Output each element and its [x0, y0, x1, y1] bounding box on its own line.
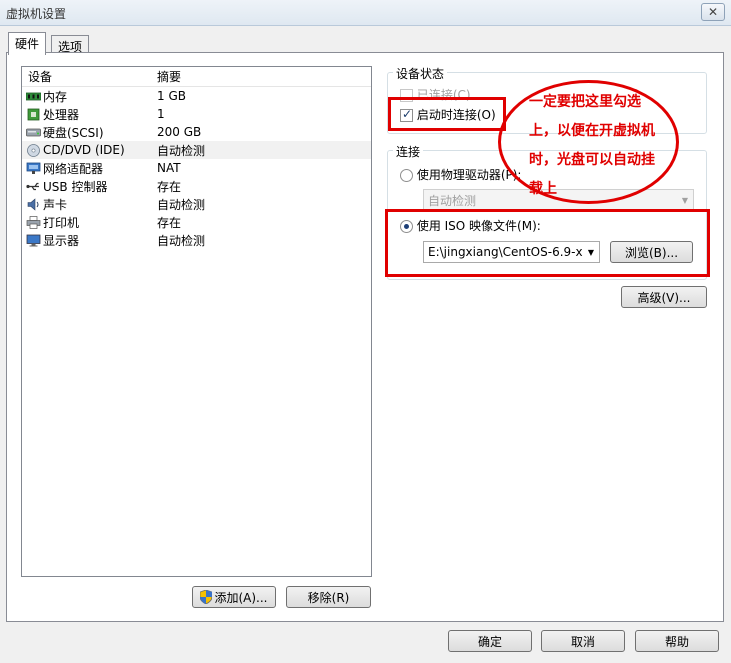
device-summary: 存在 [157, 179, 182, 194]
device-name: USB 控制器 [43, 179, 108, 194]
device-list-header: 设备 摘要 [22, 67, 371, 87]
advanced-button[interactable]: 高级(V)... [621, 286, 707, 308]
column-header-device[interactable]: 设备 [22, 68, 157, 85]
device-name: 显示器 [43, 233, 80, 248]
device-name: 打印机 [43, 215, 80, 230]
help-label: 帮助 [664, 634, 689, 649]
harddisk-icon [26, 126, 41, 139]
device-summary: 1 [157, 107, 165, 121]
device-name: 声卡 [43, 197, 68, 212]
device-summary: 自动检测 [157, 197, 206, 212]
device-name-cell: 内存 [22, 88, 157, 105]
annotation-checkbox-highlight [388, 97, 506, 131]
sound-icon [26, 197, 41, 211]
cdrom-icon [26, 143, 41, 157]
chevron-down-icon: ▼ [677, 190, 693, 210]
device-summary: 自动检测 [157, 143, 206, 158]
device-name-cell: 处理器 [22, 106, 157, 123]
close-icon: ✕ [707, 5, 719, 19]
annotation-line-4: 载上 [529, 181, 557, 197]
device-row[interactable]: CD/DVD (IDE) 自动检测 [22, 141, 371, 159]
device-row[interactable]: 网络适配器 NAT [22, 159, 371, 177]
printer-icon [26, 215, 41, 229]
device-status-title: 设备状态 [393, 65, 448, 82]
device-summary: 存在 [157, 215, 182, 230]
device-name: 处理器 [43, 107, 80, 122]
device-row[interactable]: 硬盘(SCSI) 200 GB [22, 123, 371, 141]
device-name: 硬盘(SCSI) [43, 125, 104, 140]
tab-hardware-label: 硬件 [15, 37, 40, 51]
physical-drive-radio[interactable] [400, 169, 413, 182]
physical-drive-label: 使用物理驱动器(P): [416, 168, 522, 182]
connection-title: 连接 [393, 143, 424, 160]
annotation-line-3: 时，光盘可以自动挂 [529, 152, 655, 168]
annotation-line-2: 上，以便在开虚拟机 [529, 123, 655, 139]
close-button[interactable]: ✕ [701, 3, 725, 21]
device-name-cell: USB 控制器 [22, 178, 157, 195]
network-icon [26, 162, 41, 175]
device-name-cell: 网络适配器 [22, 160, 157, 177]
cancel-label: 取消 [570, 634, 595, 649]
device-row[interactable]: USB 控制器 存在 [22, 177, 371, 195]
add-device-label: 添加(A)... [214, 590, 268, 605]
memory-icon [25, 90, 42, 103]
device-name-cell: 显示器 [22, 232, 157, 249]
add-device-button[interactable]: 添加(A)... [192, 586, 276, 608]
device-name: 内存 [43, 89, 68, 104]
tab-hardware[interactable]: 硬件 [8, 32, 47, 55]
ok-button[interactable]: 确定 [448, 630, 532, 652]
device-name-cell: 声卡 [22, 196, 157, 213]
ok-label: 确定 [477, 634, 502, 649]
help-button[interactable]: 帮助 [635, 630, 719, 652]
physical-drive-value: 自动检测 [428, 193, 477, 208]
device-summary: 自动检测 [157, 233, 206, 248]
remove-device-button[interactable]: 移除(R) [286, 586, 371, 608]
device-summary: 1 GB [157, 89, 186, 103]
device-summary: NAT [157, 161, 181, 175]
window-title: 虚拟机设置 [6, 7, 67, 21]
column-header-summary[interactable]: 摘要 [157, 68, 181, 85]
device-rows: 内存 1 GB 处理器 1 硬盘(SCSI) 200 GB CD/DVD (IDE) 自动检测… [22, 87, 371, 249]
device-name: CD/DVD (IDE) [43, 143, 125, 157]
device-row[interactable]: 内存 1 GB [22, 87, 371, 105]
physical-drive-row[interactable]: 使用物理驱动器(P): [400, 166, 521, 183]
annotation-iso-highlight [385, 209, 710, 277]
annotation-note: 一定要把这里勾选 上，以便在开虚拟机 时，光盘可以自动挂 载上 [529, 88, 655, 204]
device-summary: 200 GB [157, 125, 202, 139]
cancel-button[interactable]: 取消 [541, 630, 625, 652]
device-row[interactable]: 处理器 1 [22, 105, 371, 123]
display-icon [26, 234, 41, 247]
device-name-cell: 硬盘(SCSI) [22, 124, 157, 141]
device-row[interactable]: 声卡 自动检测 [22, 195, 371, 213]
shield-icon [200, 589, 213, 605]
annotation-line-1: 一定要把这里勾选 [529, 94, 641, 110]
remove-device-label: 移除(R) [307, 590, 350, 605]
advanced-label: 高级(V)... [637, 290, 691, 305]
device-row[interactable]: 打印机 存在 [22, 213, 371, 231]
device-row[interactable]: 显示器 自动检测 [22, 231, 371, 249]
usb-icon [26, 180, 41, 193]
device-name-cell: CD/DVD (IDE) [22, 143, 157, 157]
processor-icon [26, 108, 41, 121]
device-list[interactable]: 设备 摘要 内存 1 GB 处理器 1 硬盘(SCSI) 200 GB CD/DVD (ID… [21, 66, 372, 577]
device-name: 网络适配器 [43, 161, 104, 176]
device-name-cell: 打印机 [22, 214, 157, 231]
title-bar: 虚拟机设置 ✕ [0, 0, 731, 26]
